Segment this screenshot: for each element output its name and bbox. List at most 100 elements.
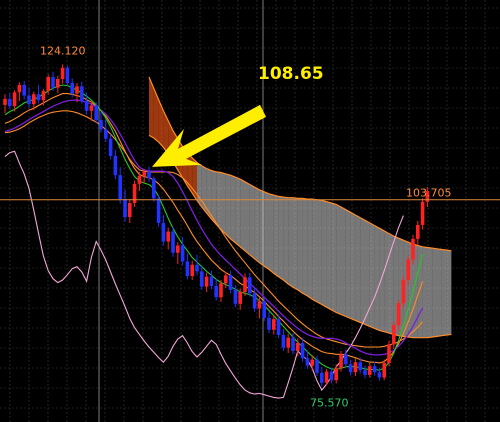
candle-body bbox=[171, 231, 175, 253]
candle-body bbox=[252, 293, 257, 309]
candle-body bbox=[147, 171, 151, 179]
cloud-segment bbox=[288, 197, 293, 288]
cloud-segment bbox=[201, 165, 207, 213]
candle-body bbox=[214, 285, 218, 298]
candle-body bbox=[324, 371, 329, 383]
candle-body bbox=[142, 171, 146, 176]
candle-body bbox=[286, 337, 290, 348]
candle-body bbox=[99, 120, 103, 130]
candle-body bbox=[363, 370, 367, 375]
callout-arrow: 108.65 bbox=[152, 64, 324, 167]
candle-body bbox=[344, 354, 348, 365]
cloud-segment bbox=[341, 207, 346, 317]
candle-body bbox=[152, 178, 156, 199]
candle-body bbox=[156, 198, 161, 223]
low-price-label: 75.570 bbox=[310, 396, 349, 409]
cloud-segment bbox=[446, 250, 452, 336]
candle-body bbox=[262, 301, 266, 318]
candle-body bbox=[372, 366, 377, 373]
candle-body bbox=[233, 289, 238, 304]
cloud-segment bbox=[437, 248, 442, 337]
candle-body bbox=[320, 372, 324, 383]
cloud-segment bbox=[432, 248, 437, 338]
candle-body bbox=[70, 82, 74, 94]
candle-body bbox=[329, 371, 334, 381]
cloud-segment bbox=[427, 247, 433, 338]
candle-body bbox=[108, 138, 113, 156]
candle-body bbox=[276, 319, 281, 336]
candle-body bbox=[392, 325, 396, 345]
candle-body bbox=[224, 275, 228, 284]
candle-body bbox=[257, 301, 262, 309]
candle-body bbox=[185, 261, 190, 277]
high-price-label: 124.120 bbox=[40, 44, 86, 57]
candle-body bbox=[416, 224, 420, 239]
candle-body bbox=[200, 271, 204, 287]
cloud-segment bbox=[293, 197, 298, 290]
candle-body bbox=[94, 105, 98, 121]
cloud-segment bbox=[230, 175, 236, 243]
candle-body bbox=[128, 203, 132, 217]
cloud-segment bbox=[317, 199, 322, 305]
cloud-segment bbox=[326, 201, 332, 310]
candle-body bbox=[176, 245, 180, 253]
cloud-segment bbox=[302, 198, 308, 296]
chart-canvas: 124.120 75.570 103.705 108.65 bbox=[0, 0, 500, 422]
candle-body bbox=[300, 343, 305, 359]
candle-body bbox=[195, 264, 199, 272]
candle-body bbox=[46, 77, 50, 91]
cloud-segment bbox=[374, 225, 380, 331]
candle-body bbox=[27, 95, 31, 105]
candle-body bbox=[411, 238, 415, 260]
cloud-segment bbox=[355, 214, 361, 323]
candle-body bbox=[296, 343, 300, 351]
candle-body bbox=[243, 277, 247, 292]
cloud-segment bbox=[345, 209, 351, 319]
candle-body bbox=[84, 100, 89, 111]
candle-body bbox=[118, 175, 122, 200]
cloud-segment bbox=[264, 191, 269, 270]
candle-body bbox=[209, 276, 214, 286]
candle-body bbox=[310, 359, 314, 366]
cloud-segment bbox=[441, 249, 447, 336]
candle-body bbox=[89, 105, 94, 111]
candle-body bbox=[80, 86, 84, 101]
candle-body bbox=[281, 335, 286, 348]
candle-body bbox=[75, 86, 79, 94]
candle-body bbox=[123, 199, 127, 217]
cloud-segment bbox=[278, 196, 284, 280]
cloud-segment bbox=[422, 246, 428, 338]
cloud-segment bbox=[273, 195, 279, 277]
candle-body bbox=[396, 303, 401, 326]
candle-body bbox=[104, 129, 108, 139]
cloud-segment bbox=[350, 212, 356, 321]
candle-body bbox=[339, 354, 343, 369]
kumo-cloud bbox=[149, 77, 452, 338]
candle-body bbox=[166, 231, 170, 242]
candle-body bbox=[334, 368, 338, 381]
candle-body bbox=[387, 344, 391, 363]
cloud-segment bbox=[240, 179, 245, 251]
candle-body bbox=[36, 94, 41, 101]
candle-body bbox=[12, 92, 17, 107]
candle-body bbox=[137, 175, 142, 184]
candle-body bbox=[420, 201, 425, 225]
candle-body bbox=[219, 283, 223, 298]
candle-body bbox=[56, 78, 60, 88]
cloud-segment bbox=[245, 181, 250, 255]
candle-body bbox=[113, 155, 118, 176]
candle-body bbox=[406, 259, 410, 280]
cloud-segment bbox=[331, 203, 337, 313]
last-price-label: 103.705 bbox=[406, 187, 452, 200]
cloud-segment bbox=[379, 228, 385, 332]
cloud-segment bbox=[297, 198, 303, 294]
candle-body bbox=[382, 362, 386, 378]
cloud-segment bbox=[384, 230, 389, 334]
candle-body bbox=[305, 358, 310, 366]
candle-body bbox=[291, 337, 295, 351]
candle-body bbox=[358, 362, 362, 371]
cloud-segment bbox=[312, 199, 317, 302]
cloud-segment bbox=[269, 193, 274, 274]
candle-body bbox=[228, 275, 233, 290]
candle-body bbox=[248, 277, 252, 294]
